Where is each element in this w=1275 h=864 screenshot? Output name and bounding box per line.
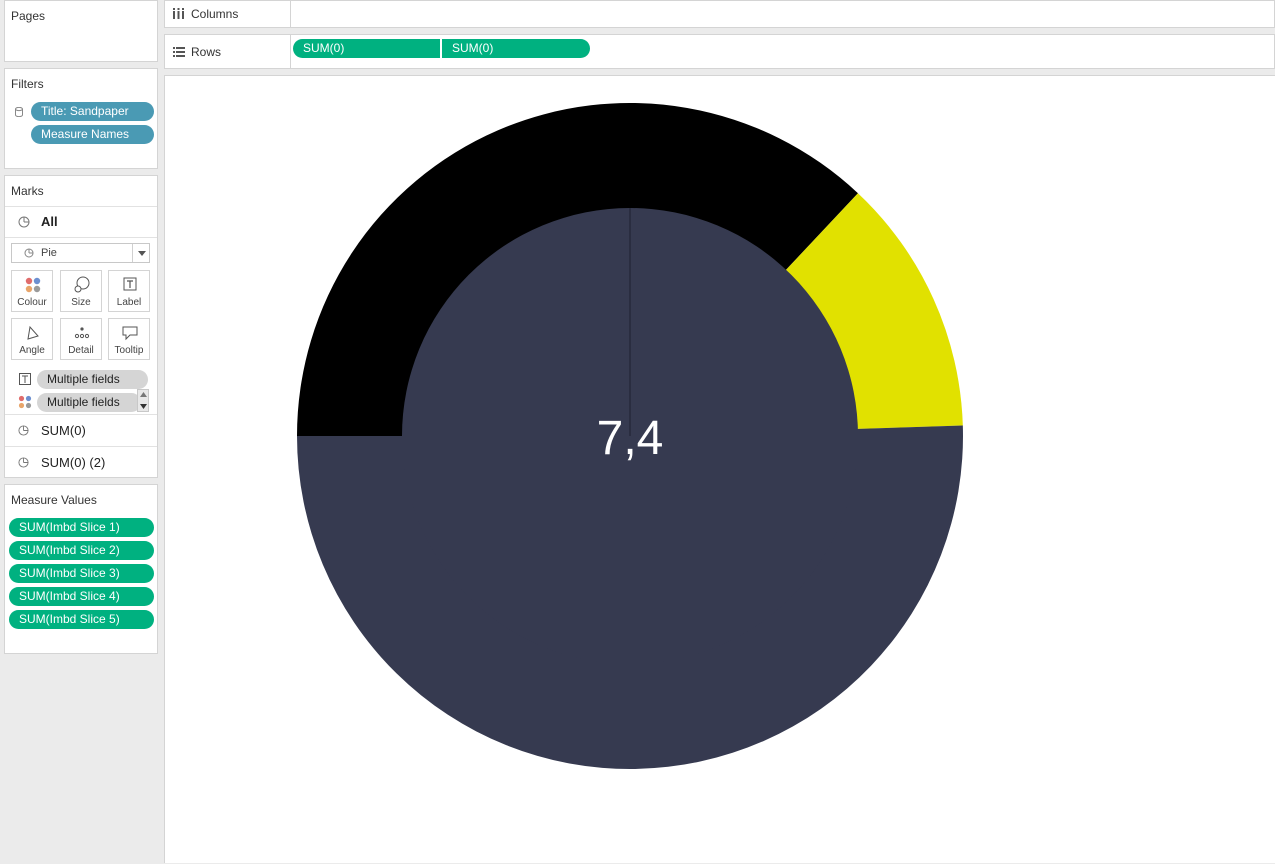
marks-card: Marks All Pie Colour Size Label Angle De… [4, 175, 158, 478]
measure-value-label: SUM(Imbd Slice 2) [19, 543, 120, 557]
shelf-divider [290, 1, 291, 27]
pages-title: Pages [11, 9, 46, 23]
rows-pill-sum0[interactable]: SUM(0) [293, 39, 440, 58]
measure-values-card: Measure Values SUM(Imbd Slice 1) SUM(Imb… [4, 484, 158, 654]
filters-card: Filters Title: Sandpaper Measure Names [4, 68, 158, 169]
scroll-down-icon[interactable] [140, 404, 147, 409]
measure-value-pill[interactable]: SUM(Imbd Slice 4) [9, 587, 154, 606]
mark-type-value: Pie [41, 247, 57, 259]
colour-icon [25, 277, 41, 293]
marks-layer-all[interactable]: All [5, 207, 157, 237]
colour-button[interactable]: Colour [11, 270, 53, 312]
shelf-divider [290, 35, 291, 68]
measure-value-pill[interactable]: SUM(Imbd Slice 1) [9, 518, 154, 537]
tooltip-icon [122, 326, 138, 341]
detail-icon [74, 327, 90, 339]
view-canvas: 7,4 [164, 75, 1275, 863]
detail-button-label: Detail [68, 345, 94, 356]
marks-layer-sum0-2[interactable]: SUM(0) (2) [5, 447, 157, 477]
columns-shelf[interactable]: Columns [164, 0, 1275, 28]
rows-pill-label: SUM(0) [303, 41, 345, 55]
measure-value-pill[interactable]: SUM(Imbd Slice 3) [9, 564, 154, 583]
marks-layer-sum0[interactable]: SUM(0) [5, 415, 157, 445]
filter-pill-label: Title: Sandpaper [41, 104, 129, 118]
size-button-label: Size [71, 297, 91, 308]
marks-all-label: All [41, 214, 58, 229]
measure-value-label: SUM(Imbd Slice 4) [19, 589, 120, 603]
measure-values-title: Measure Values [11, 493, 97, 507]
label-icon [19, 373, 31, 385]
detail-button[interactable]: Detail [60, 318, 102, 360]
rows-label: Rows [191, 45, 222, 59]
filter-pill-measure-names[interactable]: Measure Names [31, 125, 154, 144]
marks-layer-label: SUM(0) (2) [41, 455, 106, 470]
angle-button[interactable]: Angle [11, 318, 53, 360]
database-icon [15, 107, 23, 117]
pie-icon [18, 216, 30, 228]
dropdown-divider [132, 244, 133, 262]
pie-icon [24, 248, 34, 258]
label-button[interactable]: Label [108, 270, 150, 312]
label-field-text: Multiple fields [47, 372, 120, 386]
scroll-up-icon[interactable] [140, 392, 147, 397]
measure-value-label: SUM(Imbd Slice 3) [19, 566, 120, 580]
marks-layer-label: SUM(0) [41, 423, 86, 438]
rows-icon [173, 47, 185, 57]
measure-value-label: SUM(Imbd Slice 5) [19, 612, 120, 626]
columns-icon [173, 8, 184, 19]
colour-field-text: Multiple fields [47, 395, 120, 409]
chart-center-label: 7,4 [597, 412, 664, 465]
mark-type-dropdown[interactable]: Pie [11, 243, 150, 263]
size-icon [74, 276, 90, 293]
label-button-label: Label [116, 297, 142, 308]
angle-icon [27, 325, 39, 340]
filter-pill-title[interactable]: Title: Sandpaper [31, 102, 154, 121]
tooltip-button-label: Tooltip [114, 345, 144, 356]
rows-shelf[interactable]: Rows SUM(0) SUM(0) [164, 34, 1275, 69]
rows-pill-sum0-2[interactable]: SUM(0) [442, 39, 590, 58]
donut-chart: 7,4 [297, 103, 963, 769]
filters-title: Filters [11, 77, 44, 91]
colour-field-pill[interactable]: Multiple fields [37, 393, 141, 412]
filter-pill-label: Measure Names [41, 127, 130, 141]
size-button[interactable]: Size [60, 270, 102, 312]
measure-value-pill[interactable]: SUM(Imbd Slice 5) [9, 610, 154, 629]
measure-value-pill[interactable]: SUM(Imbd Slice 2) [9, 541, 154, 560]
marks-title: Marks [11, 184, 44, 198]
angle-button-label: Angle [19, 345, 45, 356]
rows-pill-label: SUM(0) [452, 41, 494, 55]
label-field-pill[interactable]: Multiple fields [37, 370, 148, 389]
pie-icon [18, 425, 29, 436]
measure-value-label: SUM(Imbd Slice 1) [19, 520, 120, 534]
colour-icon [18, 395, 32, 409]
tooltip-button[interactable]: Tooltip [108, 318, 150, 360]
label-icon [123, 277, 137, 291]
pages-card: Pages [4, 0, 158, 62]
chevron-down-icon [138, 251, 146, 256]
pie-icon [18, 457, 29, 468]
columns-label: Columns [191, 7, 239, 21]
field-scrollbar[interactable] [137, 389, 149, 412]
colour-button-label: Colour [17, 297, 47, 308]
